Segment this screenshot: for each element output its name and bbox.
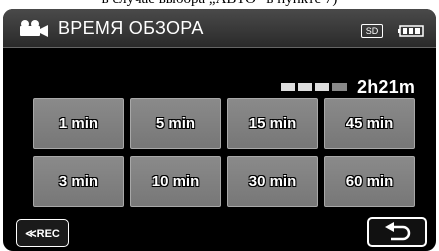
rec-button[interactable]: ≪REC [16,219,69,247]
option-1-min-button[interactable]: 1 min [33,98,124,149]
sd-card-indicator: SD [361,24,383,38]
screen-title: ВРЕМЯ ОБЗОРА [58,18,204,38]
option-10-min-button[interactable]: 10 min [130,156,221,207]
option-15-min-button[interactable]: 15 min [227,98,318,149]
camcorder-screen: ВРЕМЯ ОБЗОРА SD 2h21m 1 min 5 min 15 min… [3,9,436,251]
interval-options-grid: 1 min 5 min 15 min 45 min 3 min 10 min 3… [33,98,415,208]
option-60-min-button[interactable]: 60 min [324,156,415,207]
option-45-min-button[interactable]: 45 min [324,98,415,149]
recording-remaining-bar-icon [281,83,347,91]
option-30-min-button[interactable]: 30 min [227,156,318,207]
video-camera-icon [20,20,48,37]
manual-caption: в случае выбора „АВТО“ в пункте 7) [0,0,439,9]
return-arrow-icon [385,222,411,241]
option-5-min-button[interactable]: 5 min [130,98,221,149]
title-bar: ВРЕМЯ ОБЗОРА SD [3,9,436,48]
remaining-time-value: 2h21m [357,76,416,97]
option-3-min-button[interactable]: 3 min [33,156,124,207]
battery-icon [398,25,424,37]
remaining-time-indicator: 2h21m [281,76,415,98]
back-button[interactable] [367,217,427,247]
